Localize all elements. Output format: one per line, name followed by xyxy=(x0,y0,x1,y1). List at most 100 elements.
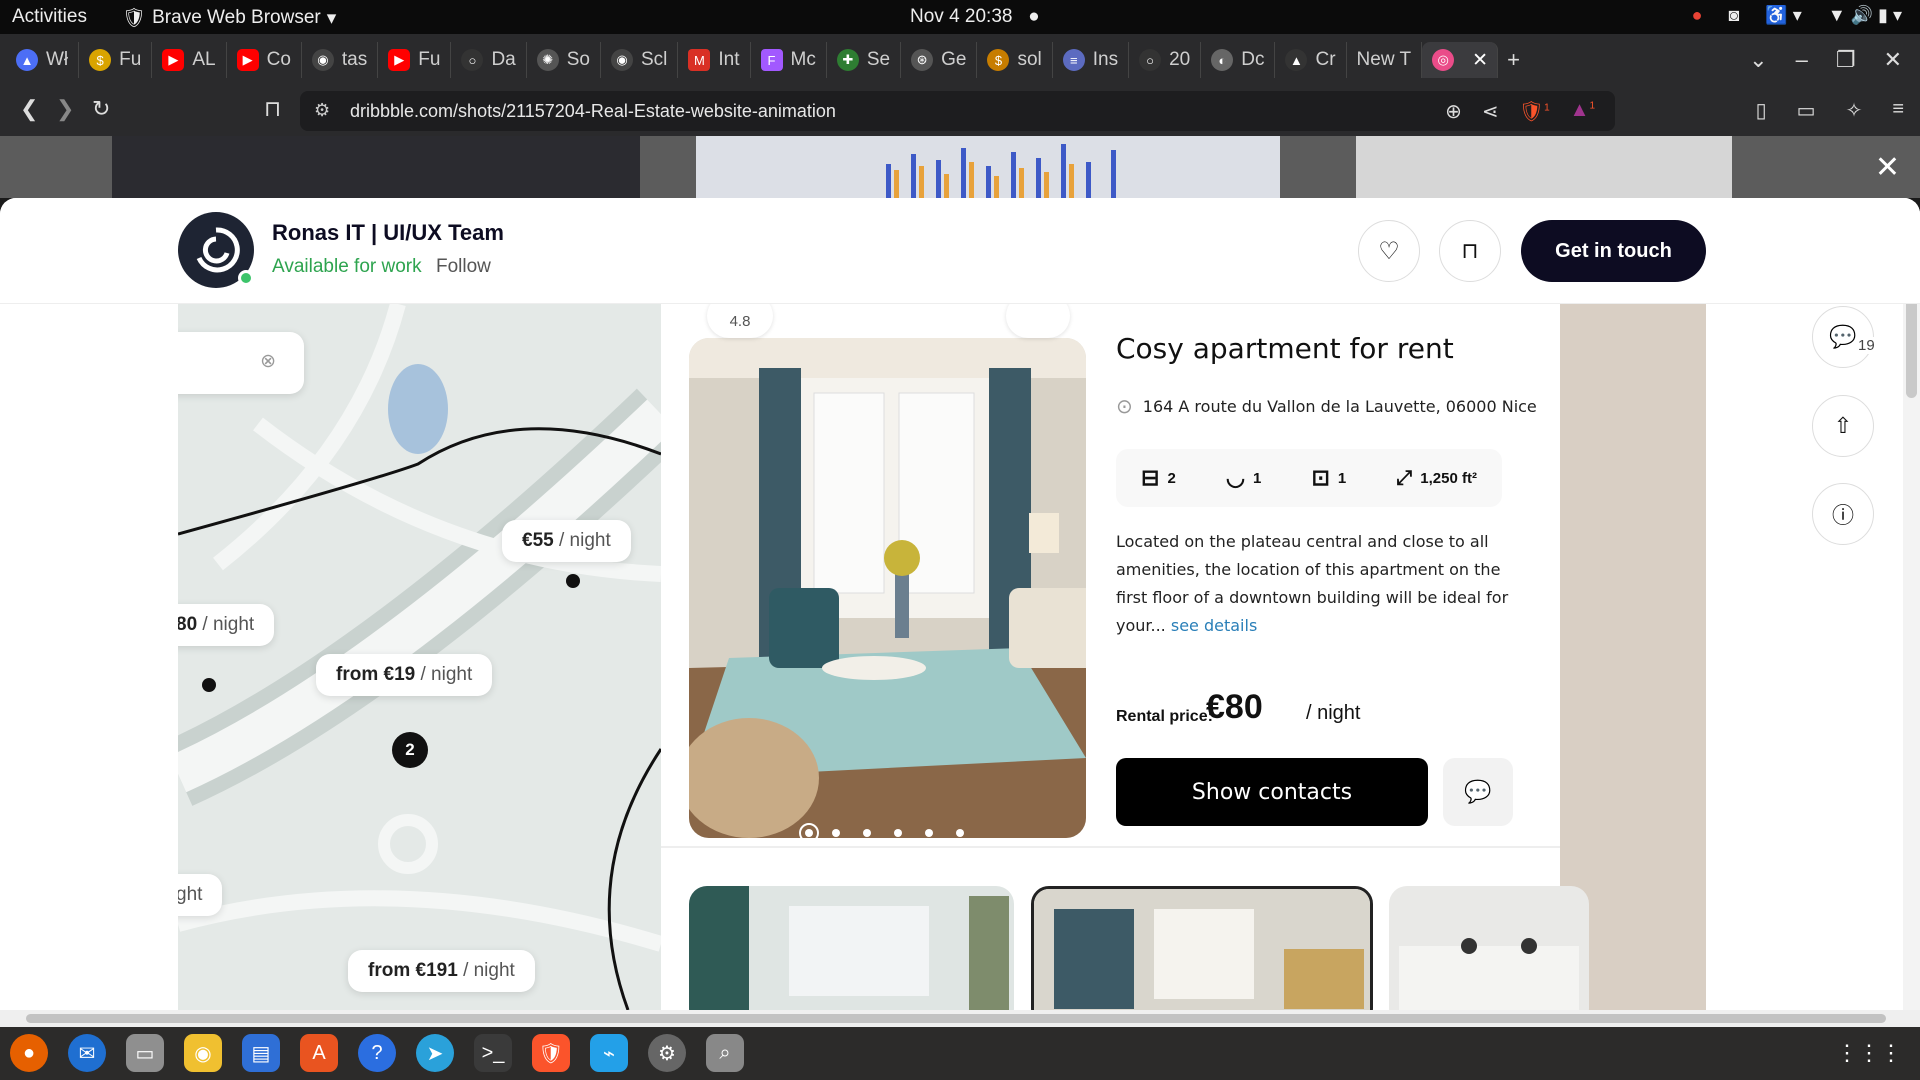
map-cluster-pin[interactable]: 2 xyxy=(392,732,428,768)
firefox-icon[interactable]: ● xyxy=(10,1034,48,1072)
tab[interactable]: ✚ Se xyxy=(827,42,902,78)
app-menu[interactable]: 🛡 Brave Web Browser ▾ xyxy=(122,6,336,30)
new-tab-plus-icon[interactable]: + xyxy=(1507,47,1520,73)
show-apps-grid-icon[interactable]: ⋮⋮⋮ xyxy=(1836,1040,1902,1066)
reload-icon[interactable]: ↻ xyxy=(92,96,110,122)
back-arrow-icon[interactable]: ❮ xyxy=(20,96,38,122)
chrome-icon[interactable]: ● xyxy=(1692,5,1703,26)
tab[interactable]: ≡ Ins xyxy=(1053,42,1130,78)
save-button[interactable]: ⊓ xyxy=(1439,220,1501,282)
show-contacts-button[interactable]: Show contacts xyxy=(1116,758,1428,826)
horizontal-scrollbar[interactable] xyxy=(0,1010,1920,1027)
clock[interactable]: Nov 4 20:38 ● xyxy=(910,6,1040,28)
maximize-icon[interactable]: ❐ xyxy=(1836,47,1856,73)
shot-image: ⊗ €55 / night 80 / night from €19 / nigh… xyxy=(178,304,1706,1010)
screenshot-icon[interactable]: ⌕ xyxy=(706,1034,744,1072)
map-price-card[interactable]: from €191 / night xyxy=(348,950,535,992)
map-pin[interactable] xyxy=(566,574,580,588)
tab[interactable]: ◉ tas xyxy=(302,42,379,78)
rhythmbox-icon[interactable]: ◉ xyxy=(184,1034,222,1072)
help-icon[interactable]: ? xyxy=(358,1034,396,1072)
availability-label[interactable]: Available for work xyxy=(272,256,422,278)
writer-icon[interactable]: ▤ xyxy=(242,1034,280,1072)
tab[interactable]: F Mc xyxy=(751,42,827,78)
close-tab-icon[interactable]: ✕ xyxy=(1472,49,1488,72)
sidebar-toggle-icon[interactable]: ▯ xyxy=(1756,98,1767,123)
gallery-thumbnail[interactable] xyxy=(689,886,1014,1010)
map-pin[interactable] xyxy=(202,678,216,692)
discord-icon[interactable]: ◙ xyxy=(1729,5,1740,26)
shot-header: Ronas IT | UI/UX Team Available for work… xyxy=(0,198,1920,304)
close-modal-icon[interactable]: ✕ xyxy=(1875,150,1900,185)
map-price-card[interactable]: 80 / night xyxy=(178,604,275,646)
tab-label: Ge xyxy=(941,49,967,70)
close-circle-icon[interactable]: ⊗ xyxy=(260,350,276,373)
gallery-thumbnail[interactable] xyxy=(1389,886,1589,1010)
map-price-card[interactable]: ght xyxy=(178,874,223,916)
tab[interactable]: M Int xyxy=(678,42,751,78)
minimize-icon[interactable]: – xyxy=(1796,47,1808,73)
tab-label: So xyxy=(566,49,590,70)
tab[interactable]: ▶ AL xyxy=(152,42,227,78)
see-details-link[interactable]: see details xyxy=(1171,616,1257,635)
chevron-down-icon: ▾ xyxy=(326,7,337,29)
tab[interactable]: $ sol xyxy=(977,42,1053,78)
map-price-card[interactable]: €55 / night xyxy=(502,520,631,562)
system-status-menu[interactable]: ▼ 🔊 ▮ ▾ xyxy=(1828,5,1902,26)
tab-list-chevron-icon[interactable]: ⌄ xyxy=(1749,47,1767,73)
address-bar[interactable]: ⚙ dribbble.com/shots/21157204-Real-Estat… xyxy=(300,91,1615,131)
shot-modal: Ronas IT | UI/UX Team Available for work… xyxy=(0,198,1920,1010)
tab[interactable]: ⊛ Ge xyxy=(901,42,978,78)
like-button[interactable]: ♡ xyxy=(1358,220,1420,282)
listing-photo[interactable] xyxy=(689,338,1086,838)
leo-ai-icon[interactable]: ✧ xyxy=(1846,98,1863,123)
bookmark-icon[interactable]: ⊓ xyxy=(264,96,281,122)
share-button[interactable]: ⇧ xyxy=(1812,395,1874,457)
settings-icon[interactable]: ⚙ xyxy=(648,1034,686,1072)
message-button[interactable]: 💬 xyxy=(1443,758,1513,826)
avatar[interactable] xyxy=(178,212,254,288)
share-icon[interactable]: ⋖ xyxy=(1482,99,1499,124)
gallery-thumbnail-selected[interactable] xyxy=(1031,886,1373,1010)
terminal-icon[interactable]: >_ xyxy=(474,1034,512,1072)
wallet-icon[interactable]: ▭ xyxy=(1797,98,1816,123)
vscode-icon[interactable]: ⌁ xyxy=(590,1034,628,1072)
scrollbar-thumb[interactable] xyxy=(26,1014,1886,1023)
tab[interactable]: ▲ Cr xyxy=(1275,42,1347,78)
follow-button[interactable]: Follow xyxy=(436,256,491,278)
tab[interactable]: $ Fu xyxy=(79,42,153,78)
app-center-icon[interactable]: A xyxy=(300,1034,338,1072)
features-bar: ⊟ 2 ◡ 1 ⊡ 1 ⤢ 1,250 ft² xyxy=(1116,449,1502,507)
tab[interactable]: ▶ Co xyxy=(227,42,302,78)
accessibility-icon[interactable]: ♿ ▾ xyxy=(1765,5,1801,26)
tab[interactable]: ◉ Scl xyxy=(601,42,679,78)
activities-button[interactable]: Activities xyxy=(12,6,87,28)
brave-shields-icon[interactable]: 🛡1 xyxy=(1519,99,1550,124)
tab[interactable]: ◐ Dc xyxy=(1201,42,1276,78)
zoom-icon[interactable]: ⊕ xyxy=(1445,99,1462,124)
tab[interactable]: New T xyxy=(1347,42,1423,78)
map-price-card[interactable]: from €19 / night xyxy=(316,654,493,696)
thunderbird-icon[interactable]: ✉ xyxy=(68,1034,106,1072)
tab[interactable]: ○ Da xyxy=(451,42,527,78)
brave-rewards-icon[interactable]: ▲1 xyxy=(1570,99,1595,124)
tab-favicon-icon: ○ xyxy=(461,49,484,71)
vertical-scrollbar[interactable] xyxy=(1903,198,1920,1010)
close-window-icon[interactable]: ✕ xyxy=(1884,47,1902,73)
tab-label: Fu xyxy=(119,49,142,70)
photo-action-icon[interactable] xyxy=(1006,304,1070,338)
files-icon[interactable]: ▭ xyxy=(126,1034,164,1072)
menu-icon[interactable]: ≡ xyxy=(1892,98,1904,123)
brave-icon[interactable]: 🛡 xyxy=(532,1034,570,1072)
author-name[interactable]: Ronas IT | UI/UX Team xyxy=(272,220,504,246)
tab[interactable]: ▲ Wł xyxy=(6,42,80,78)
tab[interactable]: ○ 20 xyxy=(1129,42,1202,78)
telegram-icon[interactable]: ➤ xyxy=(416,1034,454,1072)
tab[interactable]: ▶ Fu xyxy=(378,42,452,78)
forward-arrow-icon[interactable]: ❯ xyxy=(56,96,74,122)
site-settings-icon[interactable]: ⚙ xyxy=(314,100,330,121)
tab[interactable]: ✺ So xyxy=(527,42,601,78)
info-button[interactable]: ⓘ xyxy=(1812,483,1874,545)
get-in-touch-button[interactable]: Get in touch xyxy=(1521,220,1706,282)
tab-active-dribbble[interactable]: ◎ ✕ xyxy=(1422,42,1499,78)
